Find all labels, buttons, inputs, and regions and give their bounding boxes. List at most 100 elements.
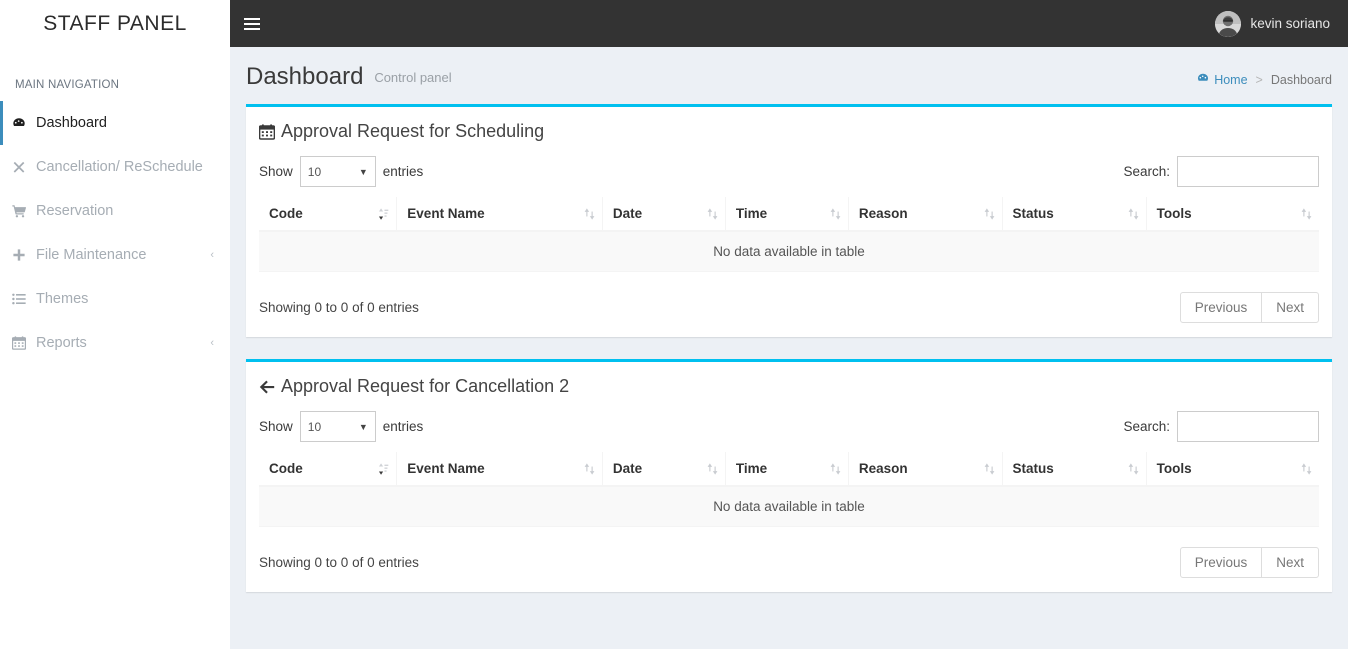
breadcrumb-current: Dashboard [1270, 72, 1332, 87]
sidebar-item-label: Dashboard [36, 115, 107, 131]
times-icon [12, 160, 36, 174]
search-label: Search: [1123, 419, 1170, 434]
panel-title-text: Approval Request for Scheduling [281, 121, 545, 141]
entries-per-page-select[interactable]: 10 ▼ [299, 411, 376, 442]
shopping-cart-icon [12, 204, 36, 218]
column-header-label: Reason [858, 461, 908, 476]
column-header-tools[interactable]: Tools [1146, 197, 1319, 232]
column-header-label: Date [612, 206, 643, 221]
empty-message: No data available in table [259, 486, 1319, 527]
avatar [1215, 10, 1242, 37]
column-header-event-name[interactable]: Event Name [396, 197, 603, 232]
panel-title-text: Approval Request for Cancellation 2 [281, 376, 570, 396]
column-header-label: Time [735, 206, 768, 221]
column-header-label: Status [1012, 206, 1054, 221]
breadcrumb-home-label: Home [1214, 72, 1248, 87]
brand-logo[interactable]: STAFF PANEL [0, 0, 230, 47]
column-header-date[interactable]: Date [602, 197, 726, 232]
chevron-left-icon: ‹ [210, 337, 214, 349]
pagination: Previous Next [1179, 547, 1319, 578]
plus-icon [12, 248, 36, 262]
content-wrapper: Dashboard Control panel Home > Dashboard… [230, 47, 1348, 649]
entries-length-control: Show 10 ▼ entries [259, 411, 423, 442]
search-label: Search: [1123, 164, 1170, 179]
column-header-label: Reason [858, 206, 908, 221]
column-header-event-name[interactable]: Event Name [396, 452, 603, 487]
column-header-label: Tools [1156, 206, 1192, 221]
panel-footer: Showing 0 to 0 of 0 entries Previous Next [246, 282, 1332, 337]
datatable-controls: Show 10 ▼ entries Search: [259, 154, 1319, 197]
panel-title: Approval Request for Scheduling [259, 121, 544, 142]
show-label: Show [259, 419, 293, 434]
column-header-label: Event Name [407, 206, 485, 221]
sidebar-item-themes[interactable]: Themes [0, 277, 230, 321]
chevron-down-icon: ▼ [358, 421, 368, 432]
column-header-label: Code [269, 461, 303, 476]
dashboard-icon [1197, 72, 1209, 87]
column-header-time[interactable]: Time [725, 197, 849, 232]
column-header-status[interactable]: Status [1002, 452, 1147, 487]
sidebar-item-cancellation-reschedule[interactable]: Cancellation/ ReSchedule [0, 145, 230, 189]
approval-requests-table: Code Event Name Date Time Reason Status Tools N… [259, 197, 1319, 272]
sidebar-item-reports[interactable]: Reports ‹ [0, 321, 230, 365]
search-input[interactable] [1177, 156, 1319, 187]
column-header-label: Code [269, 206, 303, 221]
table-header-row: Code Event Name Date Time Reason Status Tools [259, 452, 1319, 487]
breadcrumb-home[interactable]: Home [1197, 72, 1248, 87]
column-header-label: Tools [1156, 461, 1192, 476]
sidebar-nav-list: Dashboard Cancellation/ ReSchedule Reserva… [0, 101, 230, 365]
datatable-search: Search: [1123, 411, 1319, 442]
pagination-next-button[interactable]: Next [1261, 292, 1319, 323]
sidebar-item-label: Reports [36, 335, 87, 351]
sidebar-item-reservation[interactable]: Reservation [0, 189, 230, 233]
entries-length-control: Show 10 ▼ entries [259, 156, 423, 187]
entries-per-page-value: 10 [307, 164, 322, 179]
chevron-down-icon: ▼ [358, 166, 368, 177]
entries-per-page-select[interactable]: 10 ▼ [299, 156, 376, 187]
sidebar-item-dashboard[interactable]: Dashboard [0, 101, 230, 145]
column-header-code[interactable]: Code [259, 197, 398, 232]
show-label: Show [259, 164, 293, 179]
column-header-label: Status [1012, 461, 1054, 476]
table-body: No data available in table [259, 231, 1319, 272]
search-input[interactable] [1177, 411, 1319, 442]
page-title: Dashboard [246, 63, 364, 90]
panel-title: Approval Request for Cancellation 2 [259, 376, 569, 397]
column-header-reason[interactable]: Reason [848, 452, 1003, 487]
pagination-next-button[interactable]: Next [1261, 547, 1319, 578]
panel-body: Show 10 ▼ entries Search: Code Event Name Date T… [246, 405, 1332, 537]
user-menu[interactable]: kevin soriano [1205, 0, 1348, 47]
datatable-search: Search: [1123, 156, 1319, 187]
user-name: kevin soriano [1250, 16, 1330, 31]
panel-body: Show 10 ▼ entries Search: Code Event Name Date T… [246, 150, 1332, 282]
dashboard-icon [12, 116, 36, 130]
pagination-previous-button[interactable]: Previous [1179, 547, 1263, 578]
entries-label: entries [382, 419, 424, 434]
sidebar: STAFF PANEL MAIN NAVIGATION Dashboard Can… [0, 0, 230, 649]
empty-message: No data available in table [259, 231, 1319, 272]
topbar: kevin soriano [230, 0, 1348, 47]
breadcrumb: Home > Dashboard [1197, 72, 1332, 87]
table-empty-row: No data available in table [259, 231, 1319, 272]
calendar-icon [12, 336, 36, 350]
table-header-row: Code Event Name Date Time Reason Status Tools [259, 197, 1319, 232]
sidebar-item-file-maintenance[interactable]: File Maintenance ‹ [0, 233, 230, 277]
sidebar-item-label: Reservation [36, 203, 114, 219]
content-body: Approval Request for Scheduling Show 10 ▼ en… [230, 104, 1348, 592]
panel-header: Approval Request for Scheduling [246, 107, 1332, 150]
table-empty-row: No data available in table [259, 486, 1319, 527]
breadcrumb-separator: > [1255, 72, 1263, 87]
column-header-tools[interactable]: Tools [1146, 452, 1319, 487]
table-body: No data available in table [259, 486, 1319, 527]
panel-footer: Showing 0 to 0 of 0 entries Previous Next [246, 537, 1332, 592]
column-header-code[interactable]: Code [259, 452, 398, 487]
menu-toggle-button[interactable] [230, 0, 274, 47]
column-header-time[interactable]: Time [725, 452, 849, 487]
column-header-date[interactable]: Date [602, 452, 726, 487]
column-header-reason[interactable]: Reason [848, 197, 1003, 232]
column-header-status[interactable]: Status [1002, 197, 1147, 232]
column-header-label: Event Name [407, 461, 485, 476]
approval-requests-table: Code Event Name Date Time Reason Status Tools N… [259, 452, 1319, 527]
entries-label: entries [382, 164, 424, 179]
pagination-previous-button[interactable]: Previous [1179, 292, 1263, 323]
